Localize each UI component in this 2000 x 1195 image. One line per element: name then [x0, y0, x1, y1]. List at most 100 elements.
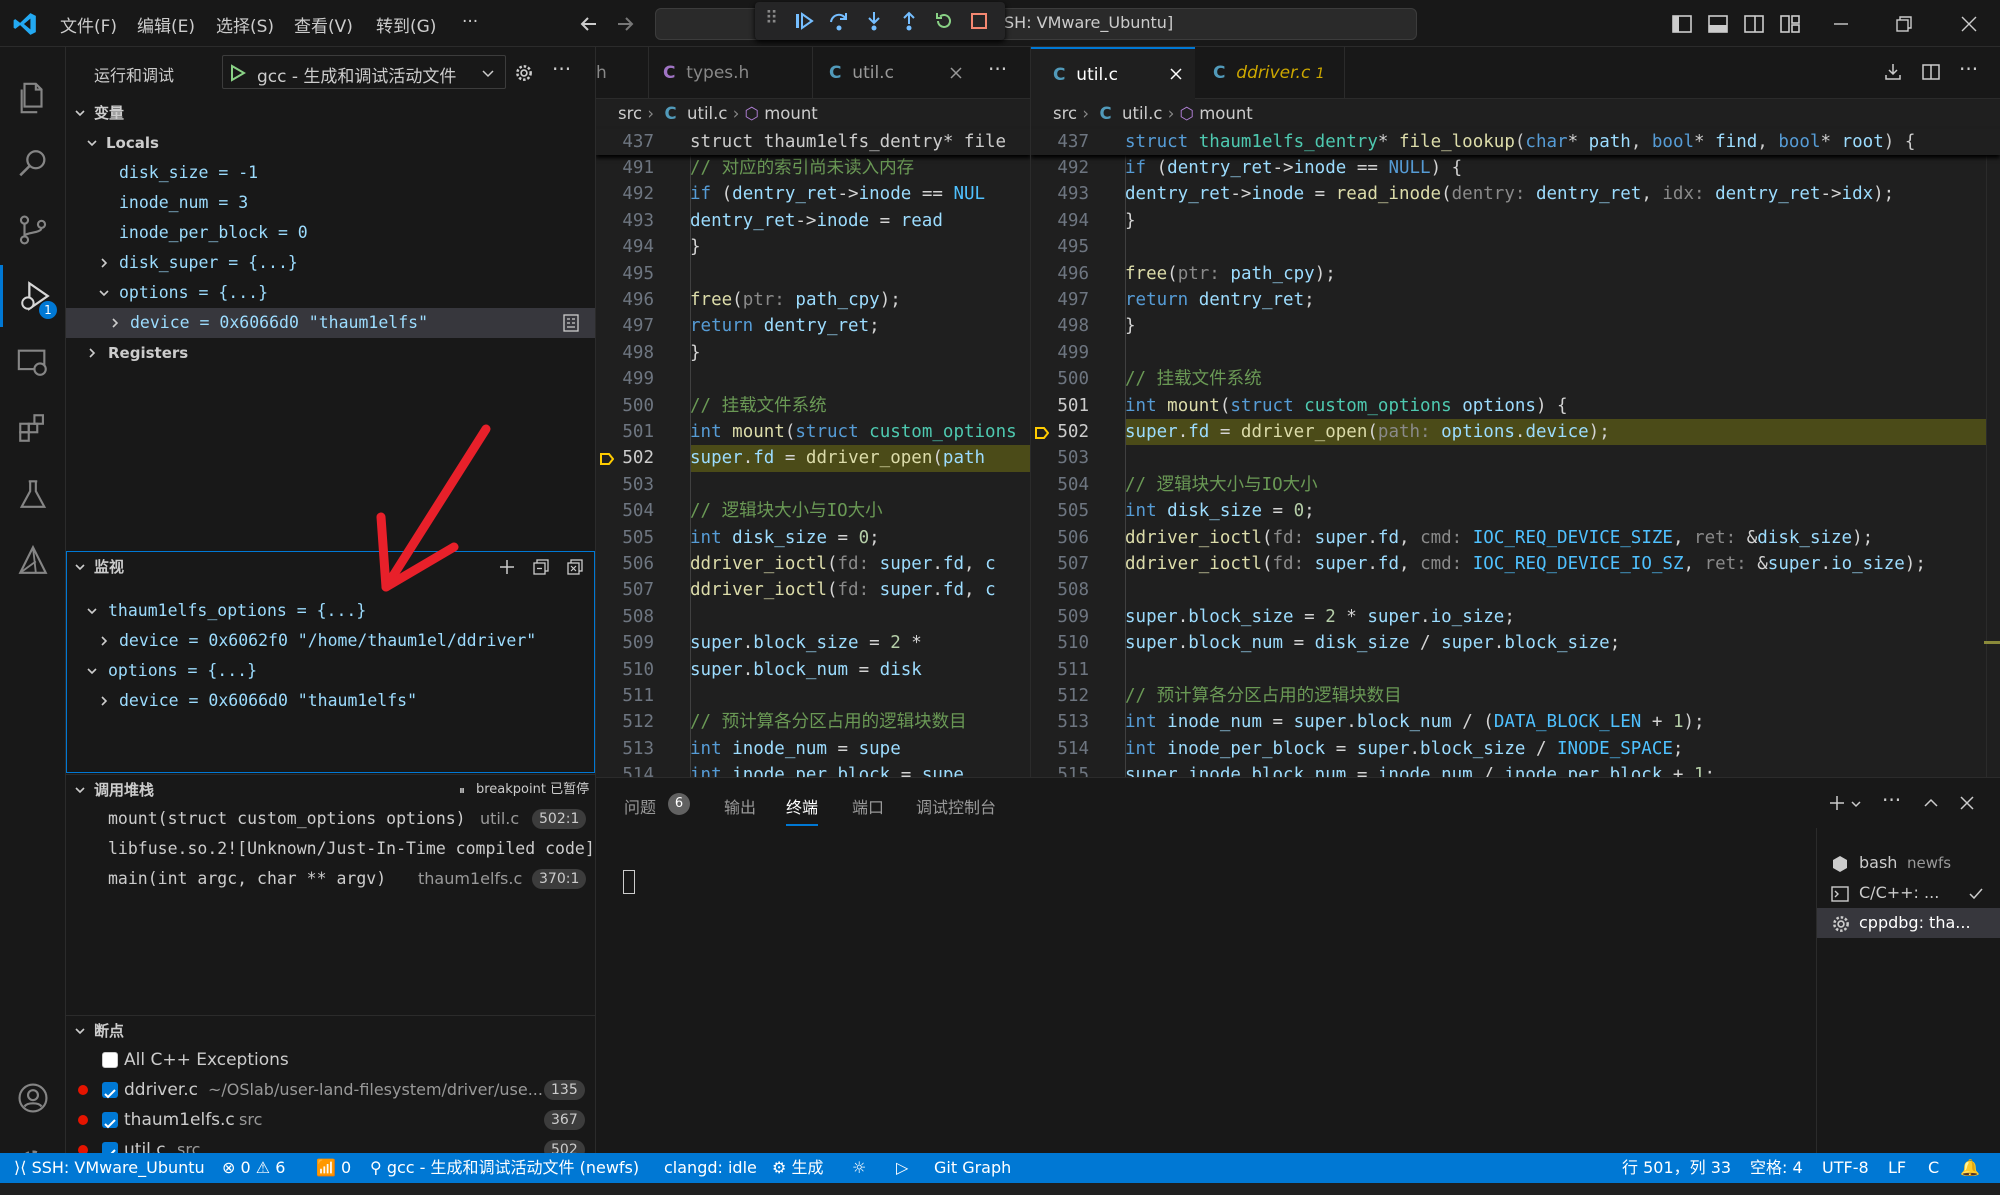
- close-window-icon[interactable]: [1958, 13, 1980, 35]
- menu-selection[interactable]: 选择(S): [216, 12, 274, 37]
- tab-debug-console[interactable]: 调试控制台: [916, 794, 996, 818]
- indentation[interactable]: 空格: 4: [1750, 1153, 1803, 1183]
- menu-go[interactable]: 转到(G): [376, 12, 436, 37]
- breadcrumb-item[interactable]: mount: [764, 104, 818, 123]
- callstack-section-header[interactable]: 调用堆栈 ⏸ breakpoint 已暂停: [66, 774, 595, 804]
- variable-item[interactable]: disk_size = -1: [119, 158, 258, 188]
- breakpoint-item[interactable]: ddriver.c ~/OSlab/user-land-filesystem/d…: [66, 1075, 595, 1105]
- checkbox-checked[interactable]: [102, 1082, 118, 1099]
- restore-icon[interactable]: [1893, 13, 1915, 35]
- tab-ports[interactable]: 端口: [852, 794, 884, 818]
- search-icon[interactable]: [0, 133, 66, 195]
- code-area[interactable]: 491 // 对应的索引尚未读入内存 492 if (dentry_ret->in…: [596, 151, 1030, 777]
- explorer-icon[interactable]: [0, 67, 66, 129]
- cmake-icon[interactable]: [0, 529, 66, 591]
- maximize-panel-icon[interactable]: [1922, 794, 1940, 812]
- open-launch-json-gear-icon[interactable]: [514, 63, 534, 83]
- close-icon[interactable]: [1169, 67, 1183, 81]
- tab-ddriver-c[interactable]: C ddriver.c 1: [1195, 47, 1345, 99]
- nav-forward-icon[interactable]: [614, 13, 636, 35]
- locals-scope[interactable]: Locals: [66, 128, 595, 158]
- checkbox-checked[interactable]: [102, 1112, 118, 1129]
- tab-problems[interactable]: 问题: [624, 794, 656, 818]
- more-actions-icon[interactable]: ···: [988, 57, 1007, 81]
- tab-terminal[interactable]: 终端: [786, 794, 819, 826]
- breakpoint-item[interactable]: thaum1elfs.c src 367: [66, 1105, 595, 1135]
- minimize-icon[interactable]: [1830, 13, 1852, 35]
- accounts-icon[interactable]: [0, 1067, 66, 1129]
- menu-view[interactable]: 查看(V): [294, 12, 353, 37]
- stack-frame[interactable]: mount(struct custom_options options) uti…: [66, 804, 595, 834]
- customize-layout-icon[interactable]: [1779, 13, 1801, 35]
- menu-more[interactable]: ···: [462, 12, 478, 32]
- debug-config-indicator[interactable]: ⚲ gcc - 生成和调试活动文件 (newfs): [370, 1153, 639, 1183]
- nav-back-icon[interactable]: [578, 13, 600, 35]
- breakpoint-item[interactable]: util.c src 502: [66, 1135, 595, 1153]
- tab-output[interactable]: 输出: [724, 794, 756, 818]
- scrollbar[interactable]: [1986, 155, 2000, 777]
- terminal-item[interactable]: bash newfs: [1817, 848, 2000, 878]
- terminal-cursor[interactable]: [623, 870, 635, 894]
- view-binary-data-icon[interactable]: [562, 314, 580, 332]
- git-graph-button[interactable]: Git Graph: [934, 1153, 1011, 1183]
- terminal-item-active[interactable]: cppdbg: tha...: [1817, 908, 2000, 938]
- restart-icon[interactable]: [933, 10, 955, 32]
- tab-partial[interactable]: h: [596, 47, 648, 99]
- more-actions-icon[interactable]: ···: [1959, 57, 1978, 81]
- toggle-panel-icon[interactable]: [1707, 13, 1729, 35]
- variables-section-header[interactable]: 变量: [66, 98, 595, 128]
- source-control-icon[interactable]: [0, 199, 66, 261]
- remote-explorer-icon[interactable]: [0, 331, 66, 393]
- breadcrumb-item[interactable]: util.c: [687, 104, 727, 123]
- variable-item-expandable[interactable]: disk_super = {...}: [66, 248, 595, 278]
- breakpoints-section-header[interactable]: 断点: [66, 1015, 595, 1045]
- watch-item[interactable]: device = 0x6066d0 "thaum1elfs": [66, 686, 595, 716]
- tab-util-c-active[interactable]: C util.c: [1031, 47, 1195, 100]
- step-into-icon[interactable]: [863, 10, 885, 32]
- variable-item-expandable[interactable]: options = {...}: [66, 278, 595, 308]
- breadcrumb-item[interactable]: src: [1053, 104, 1077, 123]
- cursor-position[interactable]: 行 501，列 33: [1622, 1153, 1731, 1183]
- step-over-icon[interactable]: [828, 10, 850, 32]
- breadcrumb-item[interactable]: mount: [1199, 104, 1253, 123]
- remote-indicator[interactable]: ⟩⟨ SSH: VMware_Ubuntu: [14, 1153, 205, 1183]
- testing-icon[interactable]: [0, 463, 66, 525]
- line-ending[interactable]: LF: [1888, 1153, 1906, 1183]
- drag-handle-icon[interactable]: ⠿: [765, 8, 778, 29]
- toggle-sidebar-icon[interactable]: [1671, 13, 1693, 35]
- run-debug-icon[interactable]: 1: [0, 265, 66, 327]
- variable-item-selected[interactable]: device = 0x6066d0 "thaum1elfs": [66, 308, 595, 338]
- split-editor-icon[interactable]: [1921, 62, 1941, 82]
- encoding[interactable]: UTF-8: [1822, 1153, 1869, 1183]
- continue-icon[interactable]: [793, 10, 815, 32]
- stack-frame[interactable]: main(int argc, char ** argv) thaum1elfs.…: [66, 864, 595, 894]
- breadcrumb-item[interactable]: src: [618, 104, 642, 123]
- run-icon[interactable]: ▷: [896, 1153, 908, 1183]
- watch-item[interactable]: options = {...}: [66, 656, 595, 686]
- stack-frame[interactable]: libfuse.so.2![Unknown/Just-In-Time compi…: [66, 834, 595, 864]
- chevron-down-icon[interactable]: [1850, 798, 1862, 810]
- variable-item[interactable]: inode_per_block = 0: [119, 218, 308, 248]
- code-area[interactable]: 492 if (dentry_ret->inode == NULL) {493 …: [1031, 151, 2000, 777]
- debug-bug-icon[interactable]: ☼: [852, 1153, 866, 1183]
- more-actions-icon[interactable]: ···: [552, 57, 571, 81]
- close-panel-icon[interactable]: [1958, 794, 1976, 812]
- clangd-status[interactable]: clangd: idle: [664, 1153, 757, 1183]
- more-actions-icon[interactable]: ···: [1882, 788, 1901, 812]
- toggle-secondary-sidebar-icon[interactable]: [1743, 13, 1765, 35]
- checkbox-checked[interactable]: [102, 1142, 118, 1153]
- open-changes-icon[interactable]: [1883, 62, 1903, 82]
- breadcrumb-item[interactable]: util.c: [1122, 104, 1162, 123]
- exception-breakpoint[interactable]: All C++ Exceptions: [66, 1045, 595, 1075]
- terminal-item[interactable]: C/C++: ...: [1817, 878, 2000, 908]
- variable-item[interactable]: inode_num = 3: [119, 188, 248, 218]
- stop-icon[interactable]: [968, 10, 990, 32]
- new-terminal-icon[interactable]: [1828, 794, 1846, 812]
- debug-config-select[interactable]: gcc - 生成和调试活动文件: [222, 55, 506, 89]
- notifications-bell-icon[interactable]: 🔔: [1960, 1153, 1980, 1183]
- step-out-icon[interactable]: [898, 10, 920, 32]
- ports-indicator[interactable]: 📶 0: [316, 1153, 351, 1183]
- build-button[interactable]: ⚙ 生成: [772, 1153, 823, 1183]
- tab-util-c[interactable]: C util.c: [812, 47, 978, 99]
- language-mode[interactable]: C: [1928, 1153, 1939, 1183]
